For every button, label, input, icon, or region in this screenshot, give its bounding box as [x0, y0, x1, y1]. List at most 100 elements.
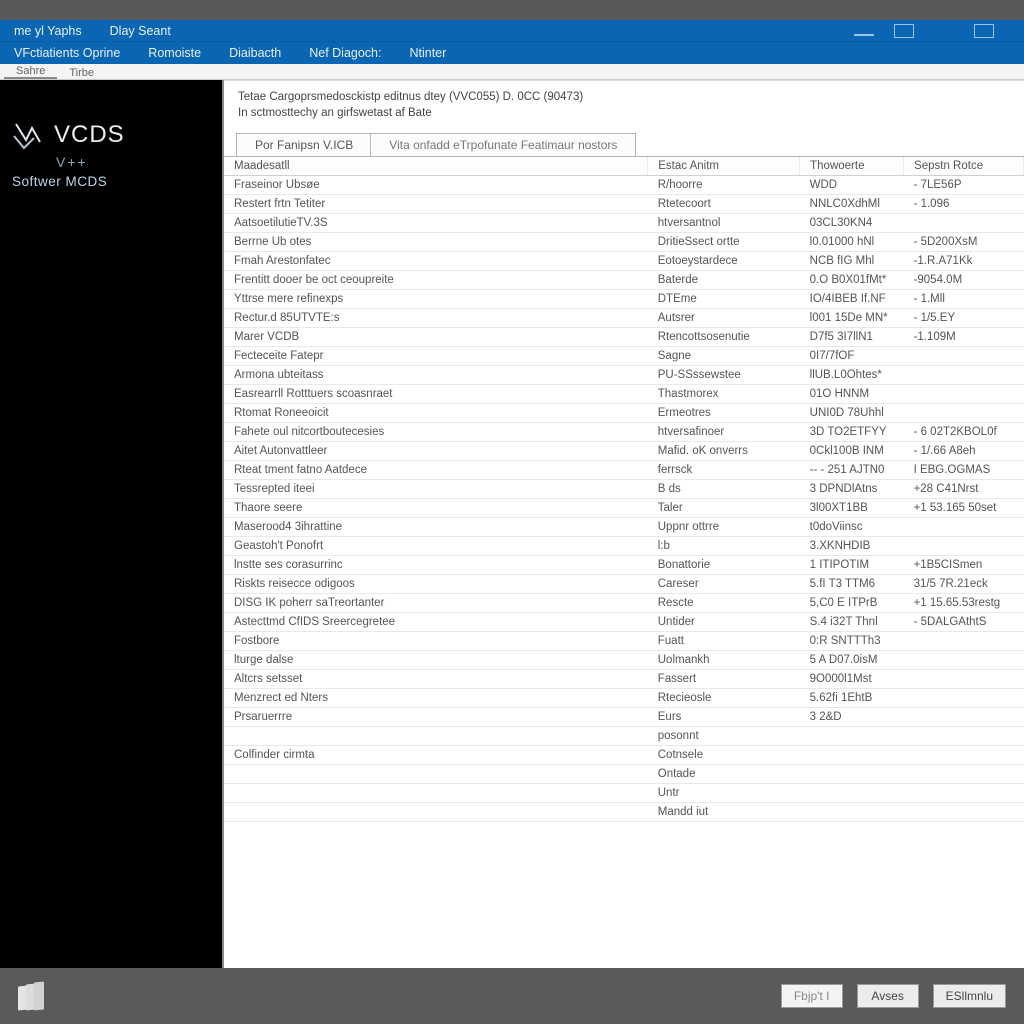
table-cell: DISG IK poherr saTreortanter [224, 594, 648, 613]
menu-item[interactable]: Dlay Seant [96, 24, 185, 38]
table-row[interactable]: Armona ubteitassPU-SSssewsteellUB.L0Ohte… [224, 366, 1024, 385]
table-cell: htversantnol [648, 214, 800, 233]
table-row[interactable]: Fraseinor UbsøeR/hoorreWDD- 7LE56P [224, 176, 1024, 195]
table-cell [224, 765, 648, 784]
footer-button[interactable]: ESllmnlu [933, 984, 1006, 1008]
table-cell: 1 ITIPOTIM [800, 556, 904, 575]
table-cell: Uolmankh [648, 651, 800, 670]
table-cell [800, 727, 904, 746]
table-cell: Fecteceite Fatepr [224, 347, 648, 366]
table-row[interactable]: Mandd iut [224, 803, 1024, 822]
table-row[interactable]: Fahete oul nitcortboutecesieshtversafino… [224, 423, 1024, 442]
doc-tab[interactable]: Tirbe [57, 67, 106, 79]
table-row[interactable]: Riskts reisecce odigoosCareser5.fI T3 TT… [224, 575, 1024, 594]
table-row[interactable]: AatsoetilutieTV.3Shtversantnol03CL30KN4 [224, 214, 1024, 233]
table-cell: Untr [648, 784, 800, 803]
table-row[interactable]: Marer VCDBRtencottsosenutieD7f5 3I7llN1-… [224, 328, 1024, 347]
table-cell: htversafinoer [648, 423, 800, 442]
vcds-logo-icon [12, 118, 46, 152]
table-row[interactable]: Thaore seereTaler3l00XT1BB+1 53.165 50se… [224, 499, 1024, 518]
table-row[interactable]: Fmah ArestonfatecEotoeystardeceNCB fIG M… [224, 252, 1024, 271]
menu-item[interactable]: VFctiatients Oprine [0, 46, 134, 60]
table-cell: posonnt [648, 727, 800, 746]
table-row[interactable]: FostboreFuatt0:R SNTTTh3 [224, 632, 1024, 651]
table-cell: AatsoetilutieTV.3S [224, 214, 648, 233]
table-cell: Riskts reisecce odigoos [224, 575, 648, 594]
table-cell: -1.109M [904, 328, 1024, 347]
table-cell: +1 15.65.53restg [904, 594, 1024, 613]
column-header[interactable]: Maadesatll [224, 157, 648, 176]
table-row[interactable]: Fecteceite FateprSagne0I7/7fOF [224, 347, 1024, 366]
column-header[interactable]: Thowoerte [800, 157, 904, 176]
table-cell: - 7LE56P [904, 176, 1024, 195]
table-cell: Tessrepted iteei [224, 480, 648, 499]
table-cell [224, 784, 648, 803]
table-row[interactable]: Frentitt dooer be oct ceoupreiteBaterde0… [224, 271, 1024, 290]
table-cell [800, 765, 904, 784]
table-cell: ferrsck [648, 461, 800, 480]
table-cell: Mafid. oK onverrs [648, 442, 800, 461]
table-row[interactable]: Berrne Ub otesDritieSsect orttel0.01000 … [224, 233, 1024, 252]
menu-bar-secondary: VFctiatients Oprine Romoiste Diaibacth N… [0, 42, 1024, 64]
table-cell: Rtecieosle [648, 689, 800, 708]
menu-item[interactable]: me yl Yaphs [0, 24, 96, 38]
table-row[interactable]: Untr [224, 784, 1024, 803]
table-cell: Uppnr ottrre [648, 518, 800, 537]
menu-item[interactable]: Diaibacth [215, 46, 295, 60]
maximize-icon[interactable] [894, 24, 914, 38]
table-cell: 3.XKNHDIB [800, 537, 904, 556]
table-row[interactable]: Tessrepted iteeiB ds3 DPNDlAtns+28 C41Nr… [224, 480, 1024, 499]
menu-item[interactable]: Ntinter [395, 46, 460, 60]
table-cell: IO/4IBEB If.NF [800, 290, 904, 309]
table-row[interactable]: Easrearrll Rotttuers scoasnraetThastmore… [224, 385, 1024, 404]
column-header[interactable]: Estac Anitm [648, 157, 800, 176]
table-row[interactable]: Rectur.d 85UTVTE:sAutsrerl001 15De MN*- … [224, 309, 1024, 328]
doc-tab[interactable]: Sahre [4, 65, 57, 79]
menu-item[interactable]: Nef Diagoch: [295, 46, 395, 60]
window-control-icon[interactable] [974, 24, 994, 38]
table-row[interactable]: Rteat tment fatno Aatdeceferrsck-- - 251… [224, 461, 1024, 480]
table-row[interactable]: Menzrect ed NtersRtecieosle5.62fi 1EhtB [224, 689, 1024, 708]
table-cell [904, 537, 1024, 556]
table-row[interactable]: Maserood4 3ihrattineUppnr ottrret0doViin… [224, 518, 1024, 537]
menu-item[interactable]: Romoiste [134, 46, 215, 60]
brand-subtitle: V++ [12, 154, 222, 170]
tab-active[interactable]: Por Fanipsn V.ICB [236, 133, 371, 156]
table-cell: 03CL30KN4 [800, 214, 904, 233]
table-cell: WDD [800, 176, 904, 195]
table-row[interactable]: DISG IK poherr saTreortanterRescte5,C0 E… [224, 594, 1024, 613]
table-row[interactable]: Aitet AutonvattleerMafid. oK onverrs0Ckl… [224, 442, 1024, 461]
minimize-icon[interactable] [854, 26, 874, 36]
table-row[interactable]: Rtomat RoneeoicitErmeotresUNI0D 78Uhhl [224, 404, 1024, 423]
table-cell: UNI0D 78Uhhl [800, 404, 904, 423]
table-cell: 0I7/7fOF [800, 347, 904, 366]
folder-stack-icon[interactable] [18, 982, 42, 1010]
table-cell [904, 518, 1024, 537]
table-row[interactable]: PrsaruerrreEurs3 2&D [224, 708, 1024, 727]
table-cell: NCB fIG Mhl [800, 252, 904, 271]
table-cell: l001 15De MN* [800, 309, 904, 328]
page-description: Tetae Cargoprsmedosckistp editnus dtey (… [224, 81, 1024, 125]
table-row[interactable]: Restert frtn TetiterRtetecoortNNLC0XdhMl… [224, 195, 1024, 214]
table-row[interactable]: lnstte ses corasurrincBonattorie1 ITIPOT… [224, 556, 1024, 575]
footer-button[interactable]: Fbjp't I [781, 984, 843, 1008]
tab-inactive[interactable]: Vita onfadd eTrpofunate Featimaur nostor… [370, 133, 636, 156]
column-header[interactable]: Sepstn Rotce [904, 157, 1024, 176]
table-cell: Fmah Arestonfatec [224, 252, 648, 271]
table-cell: Rtencottsosenutie [648, 328, 800, 347]
table-cell [904, 708, 1024, 727]
table-row[interactable]: Ontade [224, 765, 1024, 784]
table-row[interactable]: Yttrse mere refinexpsDTEmeIO/4IBEB If.NF… [224, 290, 1024, 309]
table-cell [224, 727, 648, 746]
table-row[interactable]: Colfinder cirmtaCotnsele [224, 746, 1024, 765]
data-grid[interactable]: Maadesatll Estac Anitm Thowoerte Sepstn … [224, 156, 1024, 970]
table-row[interactable]: Geastoh't Ponofrtl:b3.XKNHDIB [224, 537, 1024, 556]
table-cell: - 6 02T2KBOL0f [904, 423, 1024, 442]
table-row[interactable]: posonnt [224, 727, 1024, 746]
table-cell: 0Ckl100B INM [800, 442, 904, 461]
table-row[interactable]: Astecttmd CfIDS SreercegreteeUntiderS.4 … [224, 613, 1024, 632]
footer-button[interactable]: Avses [857, 984, 919, 1008]
table-row[interactable]: lturge dalseUolmankh5 A D07.0isM [224, 651, 1024, 670]
table-cell: +1 53.165 50set [904, 499, 1024, 518]
table-row[interactable]: Altcrs setssetFassert9O000l1Mst [224, 670, 1024, 689]
